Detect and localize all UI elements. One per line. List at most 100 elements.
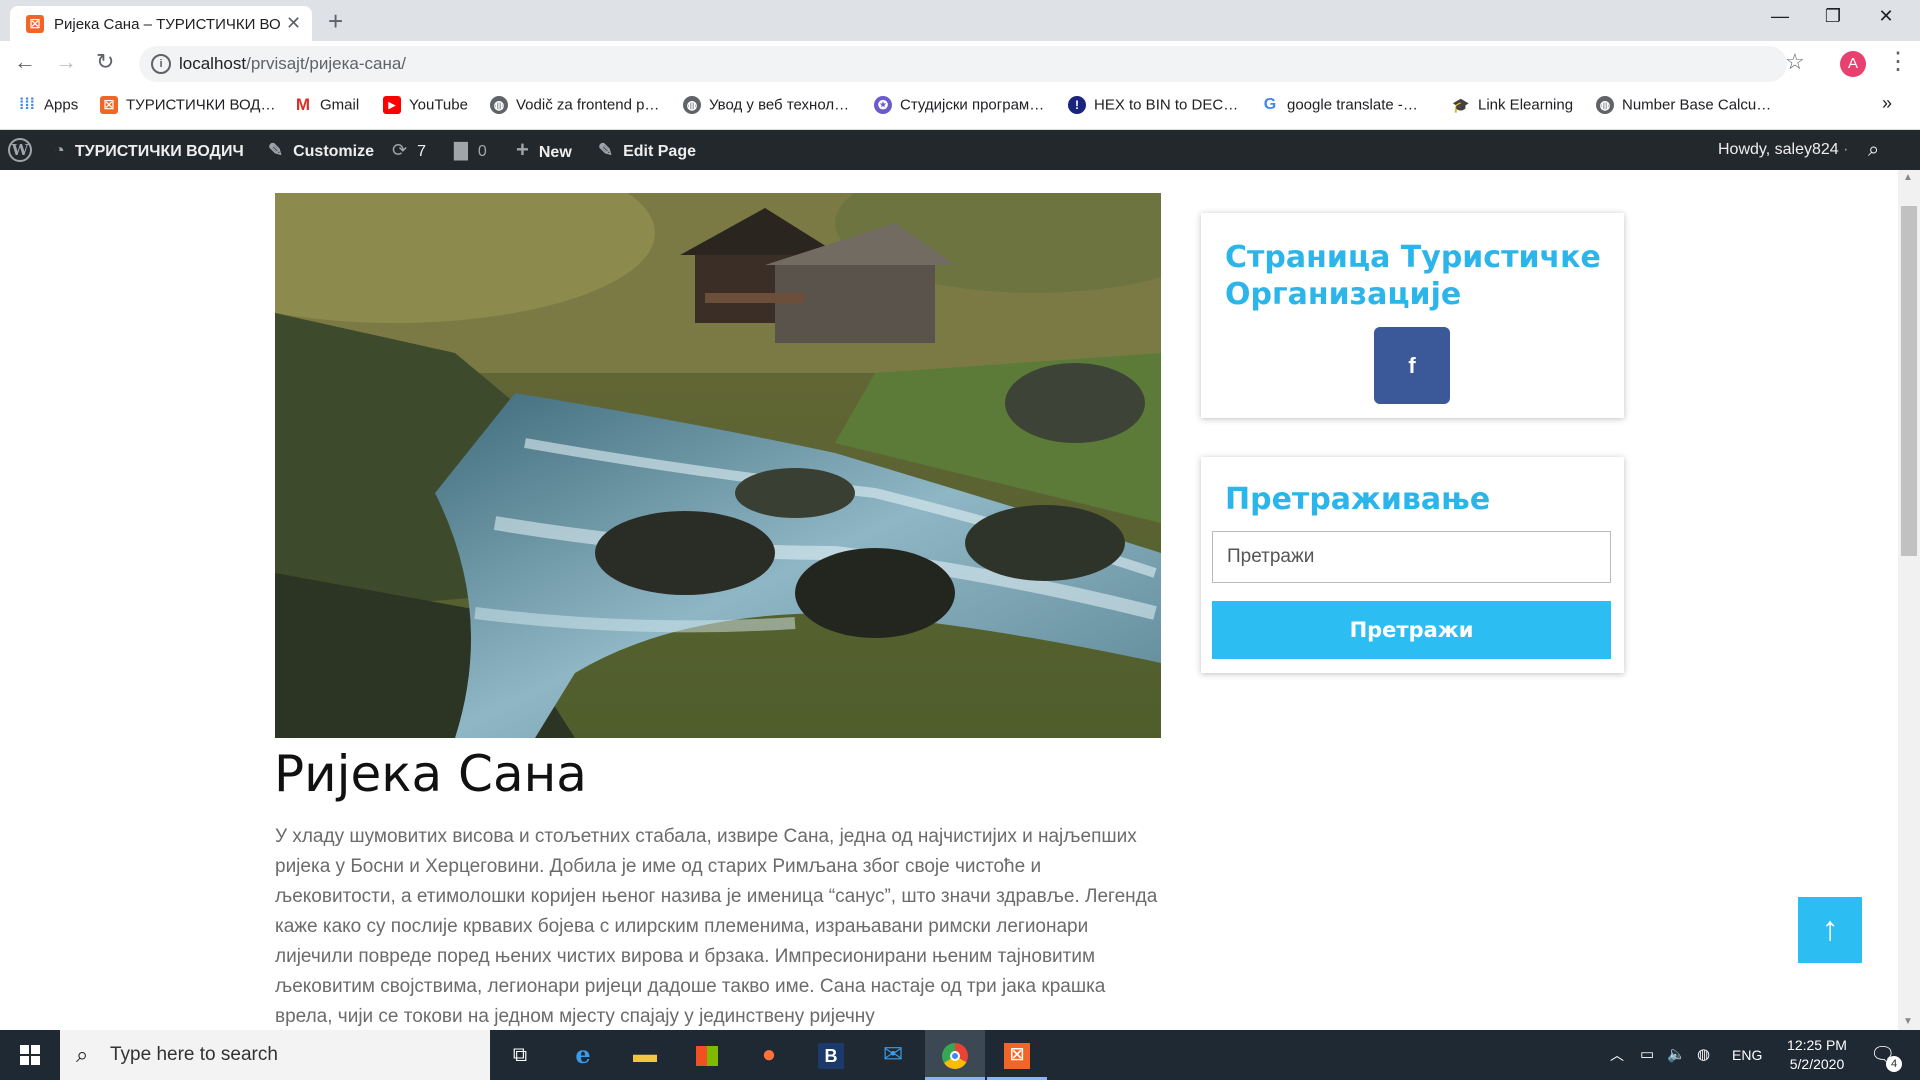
dashboard-icon: ◔ <box>54 140 65 160</box>
url-path: /prvisajt/ријека-сана/ <box>246 54 407 73</box>
clock-time: 12:25 PM <box>1787 1037 1847 1053</box>
taskbar-search-box[interactable]: ⌕ Type here to search <box>60 1030 490 1080</box>
url-text: localhost/prvisajt/ријека-сана/ <box>179 54 406 74</box>
bookmark-hex[interactable]: ! HEX to BIN to DEC… <box>1068 96 1238 120</box>
task-view-icon[interactable]: ⧉ <box>490 1030 550 1080</box>
bookmark-turisticki[interactable]: ☒ ТУРИСТИЧКИ ВОД… <box>100 96 275 120</box>
apps-grid-icon: ⁞⁞⁞ <box>19 96 35 114</box>
adminbar-customize[interactable]: ✎ Customize <box>268 130 374 170</box>
adminbar-edit-page[interactable]: ✎ Edit Page <box>598 130 696 170</box>
bookmark-star-icon[interactable]: ☆ <box>1785 49 1805 75</box>
bookmark-youtube[interactable]: ▶ YouTube <box>383 96 468 120</box>
chrome-taskbar-icon[interactable] <box>925 1030 985 1080</box>
search-input[interactable] <box>1212 531 1611 583</box>
youtube-icon: ▶ <box>383 96 401 115</box>
search-icon: ⌕ <box>76 1042 89 1067</box>
bookmarks-bar: ⁞⁞⁞ Apps ☒ ТУРИСТИЧКИ ВОД… M Gmail ▶ YouTube… <box>0 88 1920 130</box>
tab-close-icon[interactable]: ✕ <box>286 13 301 34</box>
url-host: localhost <box>179 54 247 73</box>
scroll-up-arrow-icon[interactable]: ▲ <box>1903 172 1913 183</box>
globe-icon: ◍ <box>1596 96 1614 115</box>
taskbar-clock[interactable]: 12:25 PM 5/2/2020 <box>1772 1036 1862 1074</box>
wp-admin-bar: W ◔ ТУРИСТИЧКИ ВОДИЧ ✎ Customize ⟳ 7 ▇ 0 + Ne… <box>0 130 1920 170</box>
page-scrollbar[interactable]: ▲ ▼ <box>1898 170 1920 1030</box>
xampp-icon: ☒ <box>100 96 118 115</box>
file-explorer-icon[interactable]: ▬ <box>615 1030 675 1080</box>
edge-icon[interactable]: e <box>553 1030 613 1080</box>
microsoft-store-icon[interactable] <box>677 1030 737 1080</box>
network-globe-icon[interactable]: ◍ <box>1697 1030 1710 1080</box>
google-icon: G <box>1263 96 1277 114</box>
adminbar-new[interactable]: + New <box>516 130 572 170</box>
adminbar-updates[interactable]: ⟳ 7 <box>392 130 426 170</box>
scroll-down-arrow-icon[interactable]: ▼ <box>1903 1016 1913 1027</box>
bookmark-google-translate[interactable]: Ggoogle translate -… <box>1261 96 1418 120</box>
browser-tab-bar: ☒ Ријека Сана – ТУРИСТИЧКИ ВО… ✕ + — ❐ ✕ <box>0 0 1920 41</box>
adminbar-site-name[interactable]: ◔ ТУРИСТИЧКИ ВОДИЧ <box>54 130 244 170</box>
scroll-thumb[interactable] <box>1901 206 1917 556</box>
profile-avatar[interactable]: A <box>1840 51 1866 77</box>
minimize-button[interactable]: — <box>1760 6 1800 27</box>
xampp-favicon-icon: ☒ <box>26 15 44 33</box>
reload-icon[interactable]: ↻ <box>96 49 114 75</box>
new-tab-button[interactable]: + <box>328 6 343 37</box>
language-indicator[interactable]: ENG <box>1732 1030 1762 1080</box>
globe-icon: ◍ <box>490 96 508 115</box>
battery-icon[interactable]: ▭ <box>1640 1030 1654 1080</box>
pencil-icon: ✎ <box>598 140 614 160</box>
adminbar-search-icon[interactable]: ⌕ <box>1868 130 1879 170</box>
close-window-button[interactable]: ✕ <box>1866 6 1906 27</box>
search-widget: Претраживање Претражи <box>1201 457 1624 673</box>
post-title: Ријека Сана <box>274 745 587 803</box>
search-button[interactable]: Претражи <box>1212 601 1611 659</box>
post-body: У хладу шумовитих висова и стољетних ста… <box>275 826 1158 1027</box>
brackets-app-icon[interactable]: B <box>801 1030 861 1080</box>
facebook-button[interactable]: f <box>1374 327 1450 404</box>
bookmark-number-base[interactable]: ◍ Number Base Calcu… <box>1596 96 1771 120</box>
chrome-menu-icon[interactable]: ⋮ <box>1886 47 1910 76</box>
notifications-icon[interactable]: 🗨 4 <box>1870 1030 1902 1080</box>
updates-icon: ⟳ <box>392 140 408 160</box>
bookmark-studijski[interactable]: ✪ Студијски програм… <box>874 96 1044 120</box>
bookmark-vodic[interactable]: ◍ Vodič za frontend p… <box>490 96 659 120</box>
back-to-top-button[interactable]: ↑ <box>1798 897 1862 963</box>
show-hidden-icons-icon[interactable]: ︿ <box>1610 1030 1624 1080</box>
plus-icon: + <box>516 137 529 162</box>
forward-arrow-icon[interactable]: → <box>55 49 77 75</box>
xampp-taskbar-icon[interactable]: ☒ <box>987 1030 1047 1080</box>
bookmarks-more-icon[interactable]: » <box>1882 93 1892 117</box>
browser-toolbar: ← → ↻ i localhost/prvisajt/ријека-сана/ … <box>0 41 1920 88</box>
volume-icon[interactable]: 🔈 <box>1667 1030 1686 1080</box>
bookmark-link-elearning[interactable]: 🎓 Link Elearning <box>1452 96 1573 120</box>
address-bar[interactable]: i localhost/prvisajt/ријека-сана/ <box>139 46 1787 82</box>
adminbar-comments[interactable]: ▇ 0 <box>454 130 487 170</box>
brush-icon: ✎ <box>268 140 284 160</box>
clock-date: 5/2/2020 <box>1789 1056 1845 1072</box>
comment-icon: ▇ <box>454 140 468 160</box>
taskbar-search-placeholder: Type here to search <box>110 1044 278 1065</box>
sana-river-hero-image <box>275 193 1161 738</box>
widget-title: Претраживање <box>1225 482 1491 517</box>
site-info-icon[interactable]: i <box>151 54 171 74</box>
wordpress-logo-icon[interactable]: W <box>8 130 32 170</box>
browser-tab[interactable]: ☒ Ријека Сана – ТУРИСТИЧКИ ВО… ✕ <box>10 6 312 41</box>
globe-icon: ◍ <box>683 96 701 115</box>
gmail-icon: M <box>295 95 311 115</box>
bookmark-gmail[interactable]: M Gmail <box>294 96 359 120</box>
tourism-org-widget: Страница Туристичке Организације f <box>1201 213 1624 418</box>
bookmark-uvod[interactable]: ◍ Увод у веб технол… <box>683 96 849 120</box>
university-icon: ✪ <box>874 96 892 115</box>
adminbar-howdy[interactable]: Howdy, saley824 · <box>1718 130 1848 170</box>
page-content: Ријека Сана У хладу шумовитих висова и с… <box>0 170 1898 1030</box>
windows-taskbar: ⌕ Type here to search ⧉ e ▬ ● B ✉ ☒ ︿ ▭ … <box>0 1030 1920 1080</box>
bookmark-apps[interactable]: ⁞⁞⁞ Apps <box>18 96 78 120</box>
notifications-count-badge: 4 <box>1886 1056 1902 1072</box>
back-arrow-icon[interactable]: ← <box>14 49 36 75</box>
mail-icon[interactable]: ✉ <box>863 1030 923 1080</box>
maximize-button[interactable]: ❐ <box>1813 6 1853 27</box>
elearning-icon: 🎓 <box>1452 97 1470 114</box>
windows-start-button[interactable] <box>0 1030 60 1080</box>
hex-icon: ! <box>1068 96 1086 115</box>
widget-title: Страница Туристичке Организације <box>1225 240 1601 312</box>
firefox-icon[interactable]: ● <box>739 1030 799 1080</box>
